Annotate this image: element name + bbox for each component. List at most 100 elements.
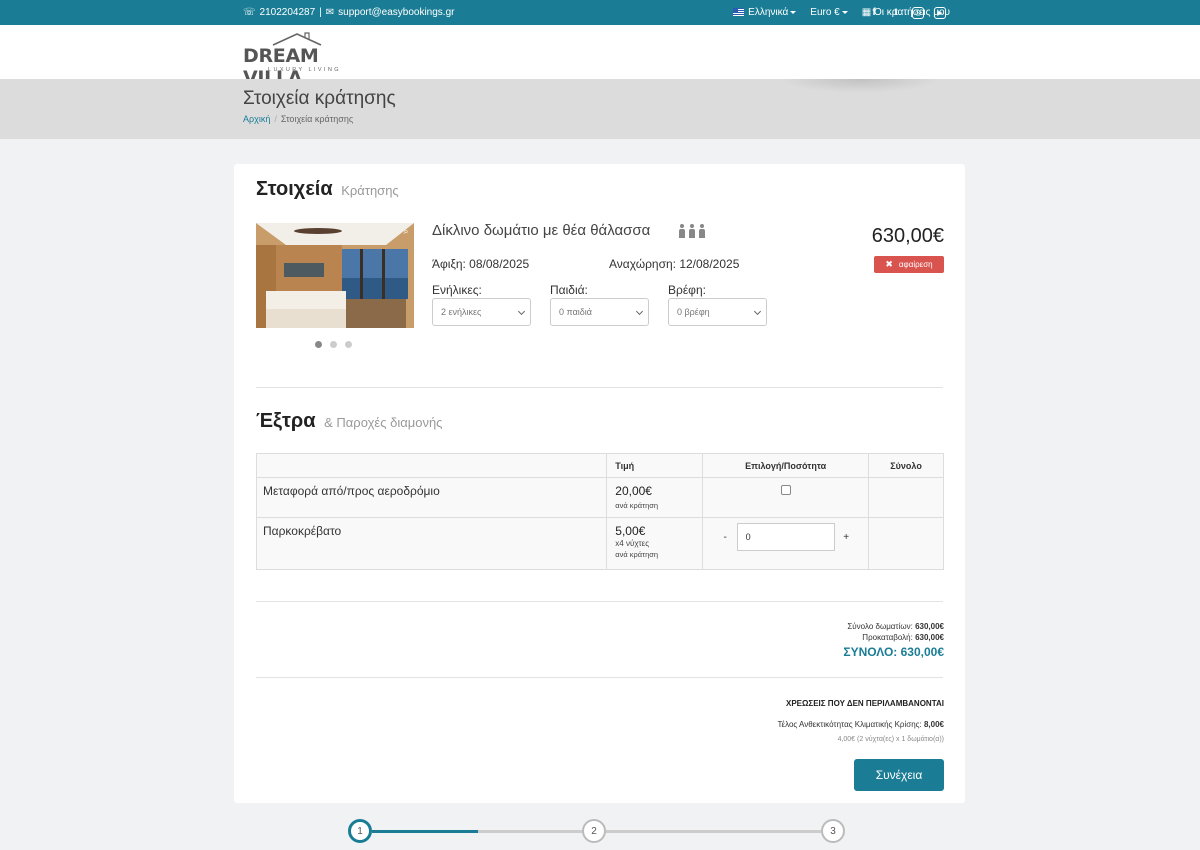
language-label: Ελληνικά (748, 7, 789, 18)
booking-subtitle: Κράτησης (341, 183, 399, 198)
logo[interactable]: DREAM VILLA LUXURY LIVING (243, 30, 353, 89)
children-label: Παιδιά: (550, 283, 588, 297)
decrement-button[interactable]: - (719, 532, 731, 543)
progress-steps: 1 2 3 (0, 818, 1200, 850)
extra-price-cell: 5,00€ x4 νύχτες ανά κράτηση (606, 517, 704, 570)
zoom-icon[interactable]: ⌕ (400, 225, 412, 237)
increment-button[interactable]: + (840, 532, 852, 543)
remove-label: αφαίρεση (898, 260, 933, 269)
extra-select-cell (702, 477, 870, 518)
page-header: Στοιχεία κράτησης Αρχική / Στοιχεία κράτησ… (0, 79, 1200, 139)
extra-price-cell: 20,00€ ανά κράτηση (606, 477, 704, 518)
occupancy-icon (678, 224, 706, 238)
table-header-row: Τιμή Επιλογή/Ποσότητα Σύνολο (255, 453, 944, 478)
step-3[interactable]: 3 (821, 819, 845, 843)
page-title: Στοιχεία κράτησης (243, 88, 396, 109)
social-links: f t ◎ ▶ (868, 0, 946, 25)
departure-date: Αναχώρηση: 12/08/2025 (609, 257, 740, 271)
carousel-dot-3[interactable] (345, 341, 352, 348)
quantity-input[interactable]: 0 (736, 523, 835, 551)
airport-transfer-checkbox[interactable] (780, 485, 791, 495)
site-header: DREAM VILLA LUXURY LIVING (0, 25, 1200, 89)
adults-select[interactable]: 2 ενήλικες (432, 298, 531, 326)
rooms-total-label: Σύνολο δωματίων: (847, 622, 913, 631)
currency-label: Euro € (810, 7, 840, 18)
room-price: 630,00€ (871, 225, 944, 247)
currency-dropdown[interactable]: Euro € (810, 7, 848, 18)
carousel-dot-1[interactable] (315, 341, 322, 348)
greek-flag-icon (733, 8, 745, 17)
extras-title: Έξτρα (256, 410, 316, 432)
extra-price-note: ανά κράτηση (615, 550, 659, 559)
step-progress-line (372, 830, 478, 833)
carousel-dots (315, 341, 352, 348)
booking-section-title: Στοιχεία Κράτησης (256, 178, 399, 201)
rooms-total: Σύνολο δωματίων: 630,00€ (843, 621, 944, 632)
caret-down-icon (841, 10, 848, 14)
continue-button[interactable]: Συνέχεια (854, 759, 944, 791)
booking-title: Στοιχεία (256, 178, 333, 200)
extra-name: Μεταφορά από/προς αεροδρόμιο (255, 477, 608, 518)
breadcrumb: Αρχική / Στοιχεία κράτησης (243, 114, 353, 124)
header-shadow (780, 79, 940, 93)
rooms-total-value: 630,00€ (915, 622, 944, 631)
arrival-date: Άφιξη: 08/08/2025 (432, 257, 530, 271)
youtube-icon[interactable]: ▶ (934, 6, 946, 19)
totals-summary: Σύνολο δωματίων: 630,00€ Προκαταβολή: 63… (843, 621, 944, 659)
table-row: Μεταφορά από/προς αεροδρόμιο 20,00€ ανά … (255, 477, 944, 518)
contact-info: ☏ 2102204287 | ✉ support@easybookings.gr (243, 0, 454, 25)
extra-total (868, 477, 944, 518)
carousel-dot-2[interactable] (330, 341, 337, 348)
room-photo[interactable]: ⌕ (256, 223, 414, 328)
children-value: 0 παιδιά (559, 307, 593, 317)
phone-number[interactable]: 2102204287 (260, 7, 316, 18)
contact-separator: | (319, 7, 322, 18)
person-icon (698, 224, 706, 238)
extras-subtitle: & Παροχές διαμονής (324, 415, 443, 430)
extra-price: 20,00€ (615, 484, 652, 498)
facebook-icon[interactable]: f (868, 7, 880, 19)
children-select[interactable]: 0 παιδιά (550, 298, 649, 326)
room-image (256, 223, 414, 328)
step-2[interactable]: 2 (582, 819, 606, 843)
breadcrumb-current: Στοιχεία κράτησης (280, 114, 354, 124)
not-included-heading: ΧΡΕΩΣΕΙΣ ΠΟΥ ΔΕΝ ΠΕΡΙΛΑΜΒΑΝΟΝΤΑΙ (785, 699, 944, 708)
deposit-value: 630,00€ (915, 633, 944, 642)
language-dropdown[interactable]: Ελληνικά (733, 7, 797, 18)
extras-table: Τιμή Επιλογή/Ποσότητα Σύνολο Μεταφορά απ… (255, 453, 944, 570)
climate-tax-value: 8,00€ (923, 720, 944, 729)
phone-icon: ☏ (243, 7, 256, 18)
deposit-label: Προκαταβολή: (862, 633, 913, 642)
climate-tax-label: Τέλος Ανθεκτικότητας Κλιματικής Κρίσης: (777, 720, 922, 729)
breadcrumb-home[interactable]: Αρχική (243, 114, 270, 124)
breadcrumb-separator: / (274, 114, 277, 124)
table-row: Παρκοκρέβατο 5,00€ x4 νύχτες ανά κράτηση… (255, 517, 944, 570)
grand-total: ΣΥΝΟΛΟ: 630,00€ (843, 645, 944, 659)
extra-name: Παρκοκρέβατο (255, 517, 608, 570)
divider (256, 601, 943, 602)
extra-price-note: ανά κράτηση (615, 501, 659, 510)
quantity-stepper: - 0 + (703, 518, 868, 551)
person-icon (688, 224, 696, 238)
divider (256, 387, 943, 388)
caret-down-icon (790, 10, 797, 14)
instagram-icon[interactable]: ◎ (912, 6, 924, 19)
adults-label: Ενήλικες: (432, 283, 482, 297)
extras-section-title: Έξτρα & Παροχές διαμονής (256, 410, 442, 433)
logo-tagline: LUXURY LIVING (268, 67, 341, 73)
extra-total (868, 517, 944, 570)
booking-card: Στοιχεία Κράτησης ⌕ Δίκλινο δωμάτιο με θ… (234, 164, 965, 803)
adults-value: 2 ενήλικες (441, 307, 482, 317)
remove-button[interactable]: ✖ αφαίρεση (874, 256, 944, 273)
envelope-icon: ✉ (325, 7, 335, 18)
extra-price: 5,00€ (615, 524, 646, 538)
chevron-down-icon (635, 307, 644, 316)
twitter-icon[interactable]: t (890, 7, 902, 19)
climate-tax: Τέλος Ανθεκτικότητας Κλιματικής Κρίσης: … (778, 720, 945, 729)
step-1[interactable]: 1 (348, 819, 372, 843)
deposit: Προκαταβολή: 630,00€ (843, 632, 944, 643)
extra-select-cell: - 0 + (702, 517, 870, 570)
infants-select[interactable]: 0 βρέφη (668, 298, 767, 326)
email-link[interactable]: support@easybookings.gr (338, 7, 454, 18)
column-header-price: Τιμή (606, 453, 704, 478)
